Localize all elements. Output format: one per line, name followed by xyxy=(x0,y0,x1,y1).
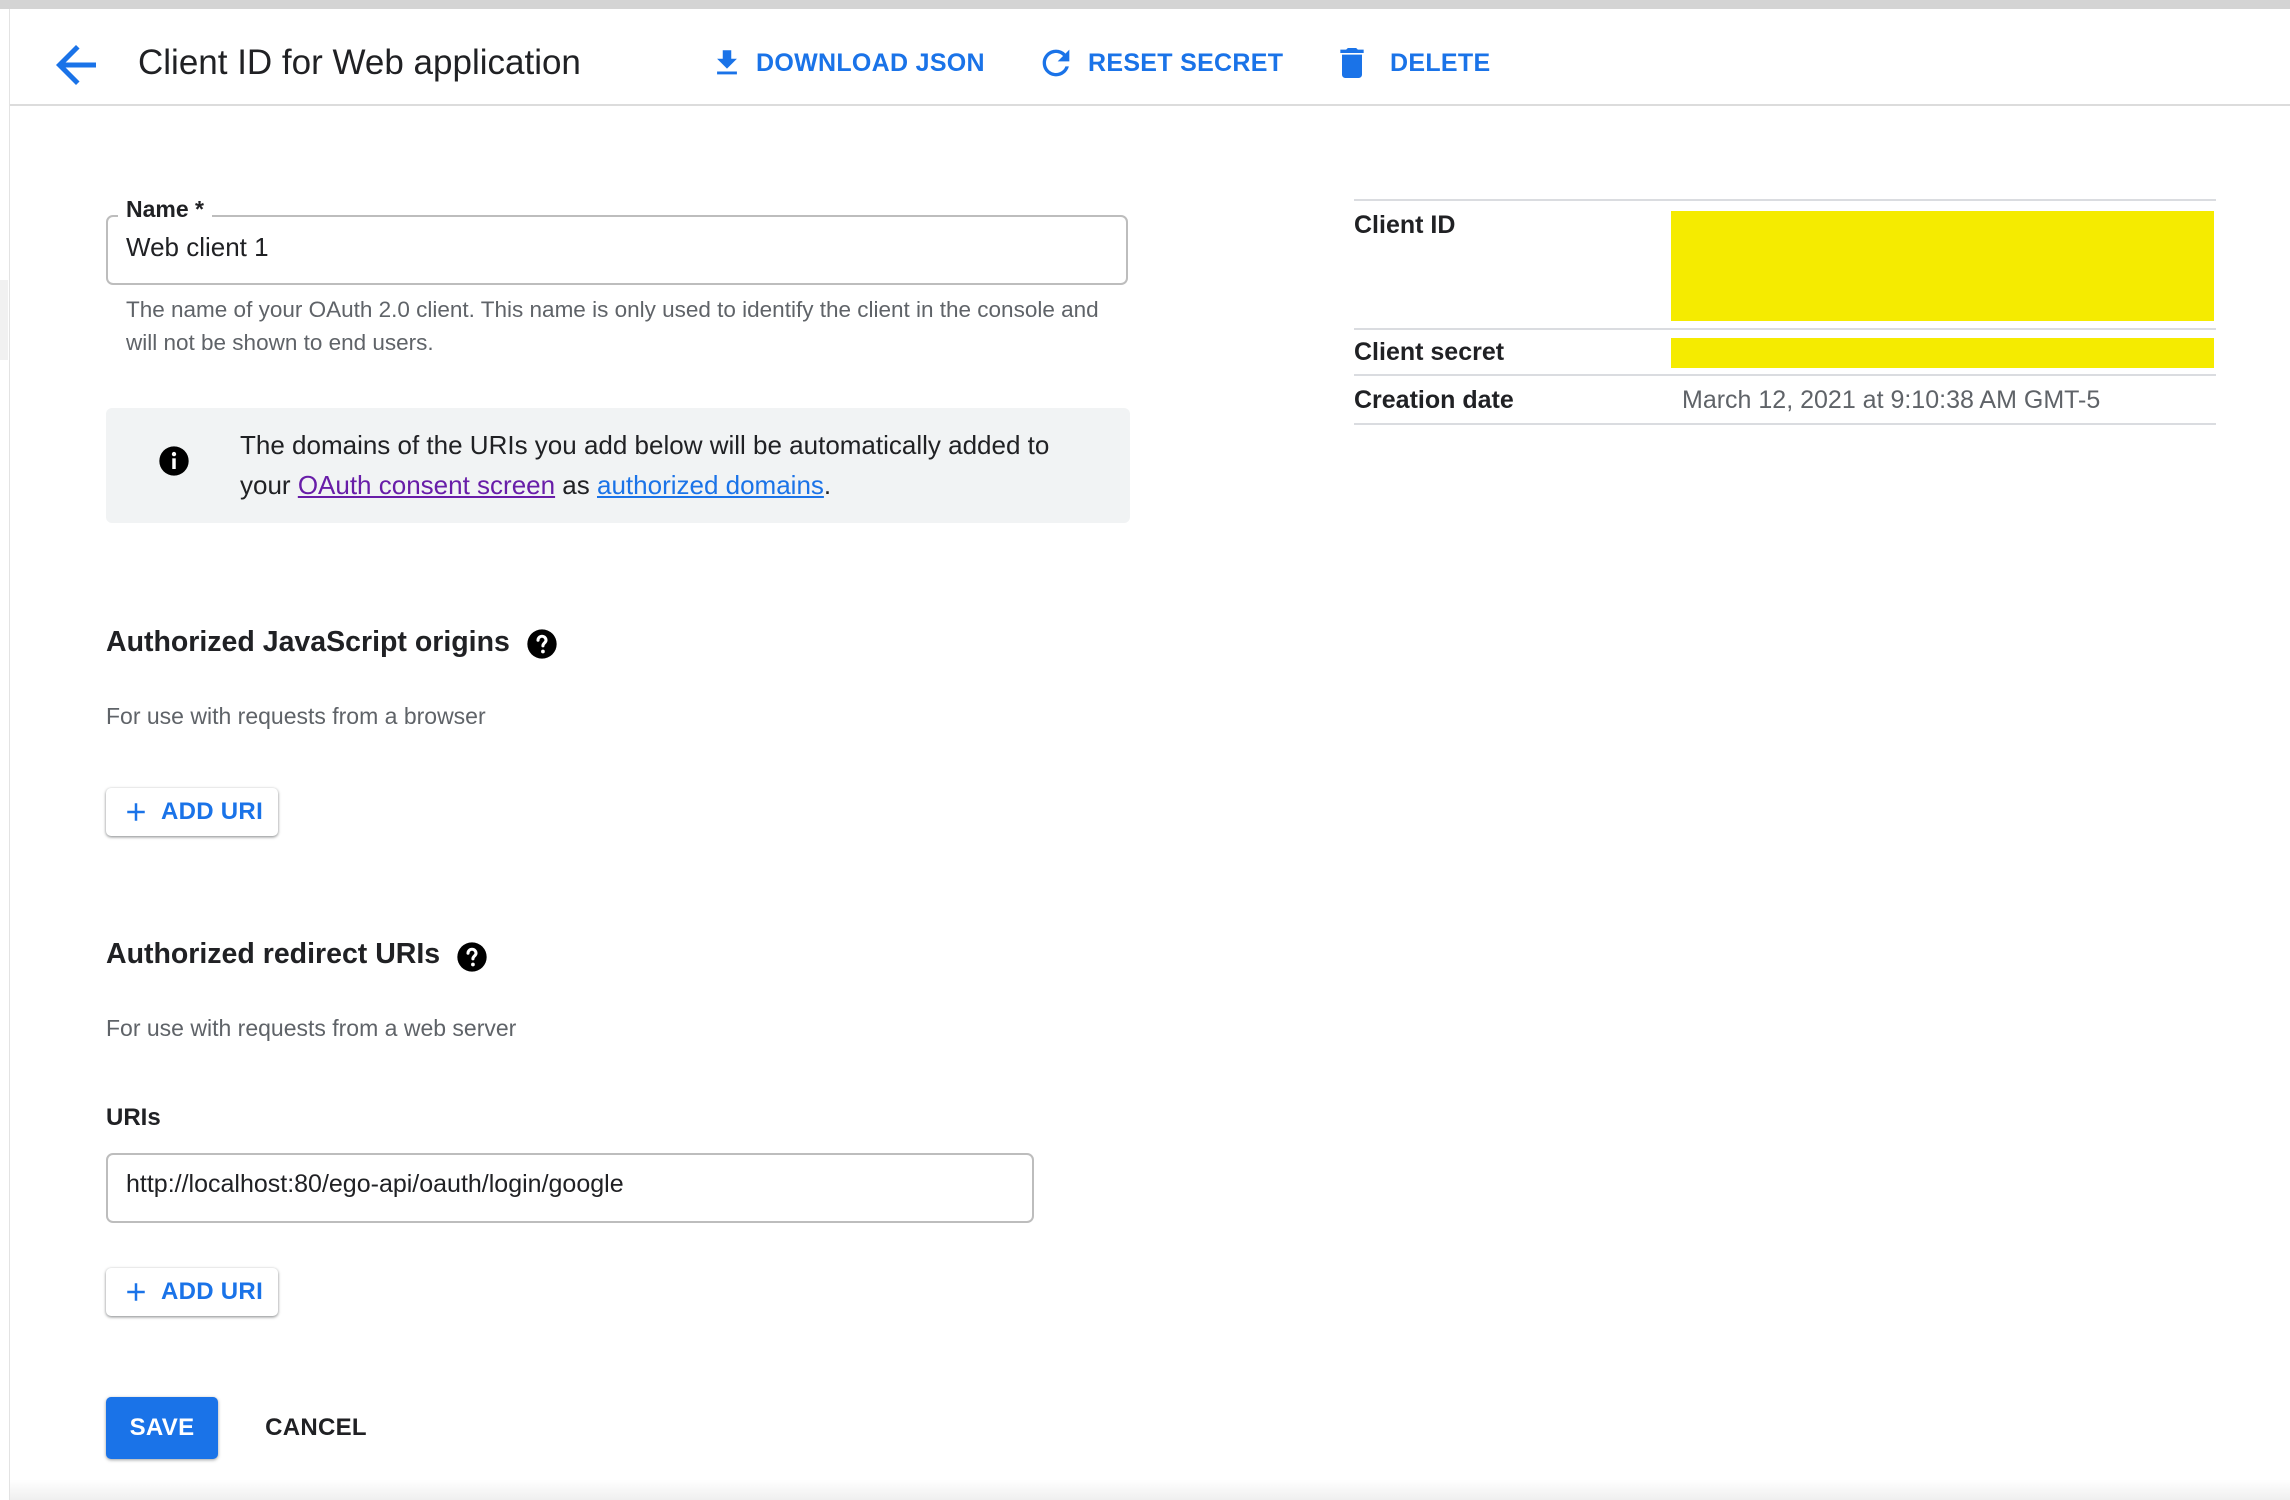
save-button[interactable]: SAVE xyxy=(106,1397,218,1459)
name-input-value: Web client 1 xyxy=(126,232,269,262)
trash-icon xyxy=(1340,48,1364,78)
add-uri-label: ADD URI xyxy=(160,1278,264,1305)
redirect-uris-title: Authorized redirect URIs xyxy=(106,938,441,970)
oauth-consent-screen-link[interactable]: OAuth consent screen xyxy=(298,470,555,500)
page-title: Client ID for Web application xyxy=(138,43,581,82)
add-redirect-uri-button[interactable]: ADD URI xyxy=(106,1268,278,1316)
name-field-label: Name * xyxy=(118,196,212,223)
delete-label: DELETE xyxy=(1390,48,1491,77)
redirect-uri-value: http://localhost:80/ego-api/oauth/login/… xyxy=(126,1170,624,1198)
redirect-uris-description: For use with requests from a web server xyxy=(106,1015,517,1041)
plus-icon xyxy=(127,803,145,821)
client-id-redaction xyxy=(1671,211,2214,321)
client-id-label: Client ID xyxy=(1354,211,1456,239)
divider xyxy=(1354,328,2216,330)
creation-date-label: Creation date xyxy=(1354,386,1514,414)
left-edge-mark xyxy=(0,280,8,360)
plus-icon xyxy=(127,1283,145,1301)
divider xyxy=(1354,374,2216,376)
page-header: Client ID for Web application DOWNLOAD J… xyxy=(10,9,2290,106)
back-button[interactable] xyxy=(46,35,106,95)
download-json-label: DOWNLOAD JSON xyxy=(756,48,985,77)
help-icon[interactable] xyxy=(526,628,558,660)
divider xyxy=(1354,199,2216,201)
client-secret-redaction xyxy=(1671,338,2214,368)
info-text-mid: as xyxy=(555,470,597,500)
info-text-after: . xyxy=(823,470,832,500)
js-origins-description: For use with requests from a browser xyxy=(106,703,486,729)
creation-date-value: March 12, 2021 at 9:10:38 AM GMT-5 xyxy=(1682,386,2101,414)
help-icon[interactable] xyxy=(456,941,488,973)
delete-button[interactable]: DELETE xyxy=(1332,35,1490,91)
refresh-icon xyxy=(1042,49,1070,77)
cancel-button[interactable]: CANCEL xyxy=(252,1397,380,1459)
top-border xyxy=(0,0,2290,9)
divider xyxy=(1354,423,2216,425)
name-field-hint: The name of your OAuth 2.0 client. This … xyxy=(126,297,1099,355)
info-banner-text: The domains of the URIs you add below wi… xyxy=(240,425,1100,505)
download-icon xyxy=(717,50,737,75)
add-js-origin-uri-button[interactable]: ADD URI xyxy=(106,788,278,836)
reset-secret-label: RESET SECRET xyxy=(1088,48,1284,77)
info-icon xyxy=(159,446,189,476)
download-json-button[interactable]: DOWNLOAD JSON xyxy=(710,35,985,91)
uris-label: URIs xyxy=(106,1104,161,1131)
left-border xyxy=(9,9,10,1500)
reset-secret-button[interactable]: RESET SECRET xyxy=(1036,35,1283,91)
arrow-back-icon xyxy=(56,45,96,85)
bottom-edge xyxy=(10,1480,2290,1500)
add-uri-label: ADD URI xyxy=(160,798,264,825)
authorized-domains-link[interactable]: authorized domains xyxy=(597,470,824,500)
js-origins-title: Authorized JavaScript origins xyxy=(106,626,510,658)
client-secret-label: Client secret xyxy=(1354,338,1505,366)
